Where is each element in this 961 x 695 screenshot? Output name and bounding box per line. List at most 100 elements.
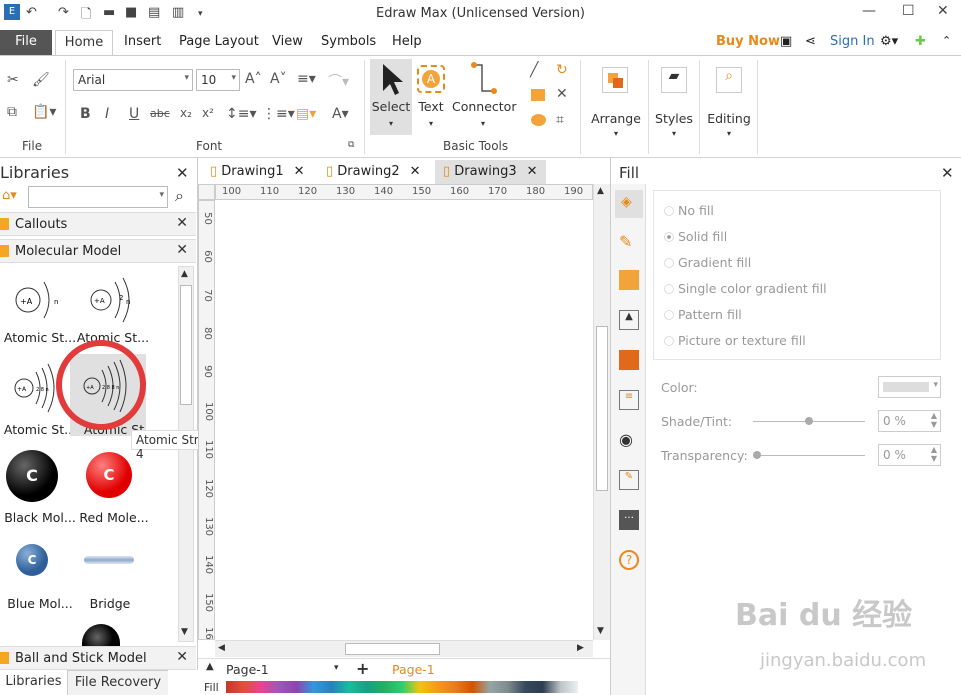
buy-now-link[interactable]: Buy Now <box>716 34 780 49</box>
close-window-icon[interactable]: ✕ <box>937 3 949 19</box>
close-libraries-icon[interactable]: ✕ <box>176 164 189 182</box>
select-tool-button[interactable]: Select ▾ <box>370 59 412 135</box>
close-tab-icon[interactable]: ✕ <box>410 164 421 179</box>
shadow-icon[interactable] <box>619 270 639 290</box>
font-name-select[interactable]: Arial ▾ <box>73 69 193 91</box>
add-page-icon[interactable]: + <box>356 659 369 678</box>
paste-icon[interactable]: 📋▾ <box>32 104 56 120</box>
help-icon[interactable]: ? <box>619 550 639 570</box>
search-icon[interactable]: ⌕ <box>175 186 184 206</box>
library-scrollbar[interactable]: ▲ ▼ <box>178 266 194 642</box>
bold-icon[interactable]: B <box>80 106 91 122</box>
transparency-input[interactable]: 0 % ▲ ▼ <box>878 444 941 466</box>
option-single-color-gradient-fill[interactable]: Single color gradient fill <box>664 281 827 296</box>
close-tab-icon[interactable]: ✕ <box>527 164 538 179</box>
layers-icon[interactable] <box>619 350 639 370</box>
tab-help[interactable]: Help <box>392 34 422 49</box>
page-tab[interactable]: Page-1 <box>392 662 435 677</box>
drawing-canvas[interactable] <box>215 200 593 627</box>
option-pattern-fill[interactable]: Pattern fill <box>664 307 742 322</box>
option-gradient-fill[interactable]: Gradient fill <box>664 255 751 270</box>
cross-tool-icon[interactable]: ✕ <box>556 86 568 102</box>
shade-tint-input[interactable]: 0 % ▲ ▼ <box>878 410 941 432</box>
subscript-icon[interactable]: x₂ <box>180 106 192 120</box>
properties-icon[interactable]: ≡ <box>619 390 639 410</box>
tab-symbols[interactable]: Symbols <box>321 34 376 49</box>
page-navigator-icon[interactable]: ▲ <box>206 661 214 672</box>
grow-font-icon[interactable]: A˄ <box>245 71 262 87</box>
tab-libraries[interactable]: Libraries <box>0 670 68 695</box>
option-no-fill[interactable]: No fill <box>664 203 714 218</box>
tab-drawing1[interactable]: ▯ Drawing1 ✕ <box>202 160 313 184</box>
strikethrough-icon[interactable]: abc <box>150 107 170 120</box>
line-tool-icon[interactable]: ╱ <box>530 62 538 78</box>
tab-insert[interactable]: Insert <box>124 34 161 49</box>
font-color-icon[interactable]: A▾ <box>332 106 349 122</box>
shape-atomic-structure-1[interactable]: +A n Atomic St... <box>0 270 76 350</box>
ellipse-tool-icon[interactable] <box>531 114 546 126</box>
text-tool-button[interactable]: A Text ▾ <box>414 59 450 135</box>
close-category-icon[interactable]: ✕ <box>176 215 188 231</box>
underline-icon[interactable]: U <box>129 106 139 122</box>
arrange-button[interactable]: Arrange ▾ <box>588 61 644 141</box>
close-category-icon[interactable]: ✕ <box>176 649 188 665</box>
option-solid-fill[interactable]: Solid fill <box>664 229 727 244</box>
shrink-font-icon[interactable]: A˅ <box>270 71 287 87</box>
shape-black-molecule[interactable]: C Black Mol... <box>4 448 76 528</box>
styles-button[interactable]: ▰ Styles ▾ <box>652 61 696 141</box>
category-callouts[interactable]: Callouts ✕ <box>0 212 196 236</box>
canvas-vertical-scrollbar[interactable]: ▲ ▼ <box>593 184 610 640</box>
font-dialog-launcher-icon[interactable]: ⧉ <box>348 140 354 150</box>
collapse-ribbon-icon[interactable]: ⌃ <box>942 34 951 47</box>
connector-tool-button[interactable]: Connector ▾ <box>452 59 516 135</box>
copy-icon[interactable]: ⧉ <box>7 104 17 120</box>
tab-view[interactable]: View <box>272 34 303 49</box>
theme-icon[interactable]: ✚ <box>915 34 926 49</box>
crop-tool-icon[interactable]: ⌗ <box>556 112 564 128</box>
editing-button[interactable]: ⌕ Editing ▾ <box>704 61 754 141</box>
superscript-icon[interactable]: x² <box>202 106 214 120</box>
category-ball-and-stick[interactable]: Ball and Stick Model ✕ <box>0 646 196 670</box>
transparency-slider[interactable] <box>753 455 865 456</box>
color-picker[interactable]: ▾ <box>878 376 941 398</box>
account-icon[interactable]: ▣ <box>780 34 792 49</box>
file-menu-button[interactable]: File <box>0 30 52 55</box>
arc-tool-icon[interactable]: ↻ <box>556 62 568 78</box>
option-picture-fill[interactable]: Picture or texture fill <box>664 333 806 348</box>
tab-file-recovery[interactable]: File Recovery <box>68 670 168 695</box>
tab-page-layout[interactable]: Page Layout <box>179 34 259 49</box>
category-molecular-model[interactable]: Molecular Model ✕ <box>0 239 196 263</box>
maximize-icon[interactable]: ☐ <box>902 3 915 19</box>
align-icon[interactable]: ≡▾ <box>297 71 316 87</box>
color-swatches[interactable] <box>226 681 578 693</box>
minimize-icon[interactable]: — <box>862 3 876 19</box>
tab-home[interactable]: Home <box>55 30 113 56</box>
fill-bucket-icon[interactable]: ◈ <box>615 190 643 218</box>
italic-icon[interactable]: I <box>105 106 109 122</box>
globe-icon[interactable]: ◉ <box>619 430 639 450</box>
comment-icon[interactable]: … <box>619 510 639 530</box>
library-search-input[interactable]: ▾ <box>28 186 168 208</box>
line-style-icon[interactable]: ✎ <box>619 232 639 252</box>
shade-tint-knob[interactable] <box>805 417 813 425</box>
bullets-icon[interactable]: ⋮≡▾ <box>262 106 295 122</box>
share-icon[interactable]: ⋖ <box>805 34 816 49</box>
canvas-horizontal-scrollbar[interactable]: ◀ ▶ <box>215 640 593 657</box>
tab-drawing3[interactable]: ▯ Drawing3 ✕ <box>435 160 546 184</box>
close-tab-icon[interactable]: ✕ <box>294 164 305 179</box>
tab-drawing2[interactable]: ▯ Drawing2 ✕ <box>318 160 429 184</box>
cut-icon[interactable]: ✂ <box>7 72 19 88</box>
close-panel-icon[interactable]: ✕ <box>941 164 954 182</box>
shape-atomic-structure-2[interactable]: +A 2 n Atomic St... <box>73 270 149 350</box>
line-spacing-icon[interactable]: ↕≡▾ <box>226 106 257 122</box>
text-highlight-icon[interactable]: ▤▾ <box>296 106 316 122</box>
home-icon[interactable]: ⌂▾ <box>2 188 17 203</box>
format-painter-icon[interactable]: 🖌 <box>32 72 50 88</box>
curve-icon[interactable]: ⌒▾ <box>328 71 349 91</box>
page-select[interactable]: Page-1 ▾ <box>226 662 339 677</box>
shape-bridge[interactable]: Bridge <box>80 542 152 612</box>
font-size-select[interactable]: 10 ▾ <box>196 69 240 91</box>
transparency-knob[interactable] <box>753 451 761 459</box>
gear-icon[interactable]: ⚙▾ <box>880 34 898 49</box>
rectangle-tool-icon[interactable] <box>531 89 545 101</box>
